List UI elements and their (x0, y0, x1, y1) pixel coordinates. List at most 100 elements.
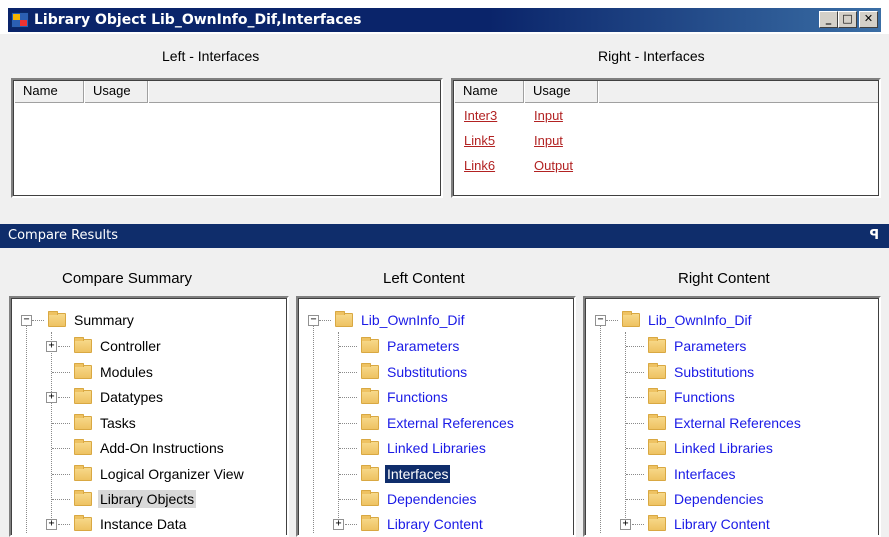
folder-icon (48, 311, 66, 327)
folder-icon (361, 439, 379, 455)
tree-node-root[interactable]: Lib_OwnInfo_Dif (622, 309, 754, 331)
folder-icon (74, 465, 92, 481)
table-row[interactable]: Link6 Output (454, 153, 878, 178)
minimize-button[interactable]: _ (819, 11, 838, 28)
interface-name-link[interactable]: Link6 (464, 158, 534, 173)
table-row[interactable]: Link5 Input (454, 128, 878, 153)
expand-library-content-toggle[interactable]: + (333, 519, 344, 530)
compare-results-bar: Compare Results ꟼ (0, 224, 889, 248)
close-button[interactable]: ✕ (859, 11, 878, 28)
folder-icon (74, 490, 92, 506)
window-title: Library Object Lib_OwnInfo_Dif,Interface… (34, 12, 362, 28)
tree-node-label: Parameters (387, 338, 460, 354)
tree-node-add-on-instructions[interactable]: Add-On Instructions (74, 437, 226, 459)
folder-icon (622, 311, 640, 327)
tree-node-label: Library Content (674, 516, 770, 532)
tree-node-functions[interactable]: Functions (361, 386, 450, 408)
tree-node-label: Lib_OwnInfo_Dif (361, 312, 465, 328)
collapse-root-toggle[interactable]: − (308, 315, 319, 326)
tree-node-root[interactable]: Lib_OwnInfo_Dif (335, 309, 467, 331)
tree-node-library-objects[interactable]: Library Objects (74, 488, 197, 510)
left-interfaces-list[interactable]: Name Usage (11, 78, 443, 198)
column-header-usage[interactable]: Usage (524, 81, 598, 103)
folder-icon (648, 439, 666, 455)
expand-instance-data-toggle[interactable]: + (46, 519, 57, 530)
left-interfaces-header: Name Usage (14, 81, 440, 103)
tree-node-logical-organizer-view[interactable]: Logical Organizer View (74, 463, 246, 485)
tree-node-summary[interactable]: Summary (48, 309, 136, 331)
tree-node-controller[interactable]: Controller (74, 335, 163, 357)
tree-node-external-references[interactable]: External References (361, 412, 516, 434)
left-content-title: Left Content (383, 270, 465, 287)
tree-node-label: External References (387, 415, 514, 431)
tree-node-parameters[interactable]: Parameters (361, 335, 461, 357)
folder-icon (648, 490, 666, 506)
expand-library-content-toggle[interactable]: + (620, 519, 631, 530)
tree-node-interfaces[interactable]: Interfaces (648, 463, 737, 485)
tree-node-label: Instance Data (100, 516, 187, 532)
folder-icon (361, 337, 379, 353)
tree-node-label: Controller (100, 338, 161, 354)
tree-node-tasks[interactable]: Tasks (74, 412, 138, 434)
tree-node-dependencies[interactable]: Dependencies (648, 488, 766, 510)
right-content-title: Right Content (678, 270, 770, 287)
tree-node-dependencies[interactable]: Dependencies (361, 488, 479, 510)
tree-node-label: Library Objects (98, 490, 197, 508)
tree-node-label: Linked Libraries (387, 440, 486, 456)
folder-icon (648, 388, 666, 404)
interface-usage-link[interactable]: Input (534, 108, 563, 123)
window-controls: _ □ ✕ (819, 11, 878, 28)
tree-node-interfaces[interactable]: Interfaces (361, 463, 451, 485)
tree-node-substitutions[interactable]: Substitutions (361, 361, 469, 383)
expand-controller-toggle[interactable]: + (46, 341, 57, 352)
left-content-tree[interactable]: − Lib_OwnInfo_Dif Parameters Substitutio… (296, 296, 576, 537)
folder-icon (648, 337, 666, 353)
tree-node-label: Interfaces (385, 465, 451, 483)
window-title-bar: Library Object Lib_OwnInfo_Dif,Interface… (0, 0, 889, 34)
left-interfaces-title: Left - Interfaces (162, 48, 260, 64)
compare-summary-title: Compare Summary (62, 270, 193, 287)
tree-node-functions[interactable]: Functions (648, 386, 737, 408)
column-header-name[interactable]: Name (14, 81, 84, 103)
tree-node-datatypes[interactable]: Datatypes (74, 386, 165, 408)
expand-datatypes-toggle[interactable]: + (46, 392, 57, 403)
folder-icon (74, 388, 92, 404)
folder-icon (74, 337, 92, 353)
tree-node-external-references[interactable]: External References (648, 412, 803, 434)
tree-node-label: Dependencies (674, 491, 764, 507)
tree-node-label: Substitutions (674, 364, 755, 380)
tree-node-label: External References (674, 415, 801, 431)
folder-icon (74, 515, 92, 531)
interface-name-link[interactable]: Inter3 (464, 108, 534, 123)
folder-icon (361, 363, 379, 379)
tree-node-substitutions[interactable]: Substitutions (648, 361, 756, 383)
tree-node-library-content[interactable]: Library Content (361, 513, 485, 535)
application-icon (11, 12, 29, 28)
tree-node-label: Add-On Instructions (100, 440, 224, 456)
tree-node-library-content[interactable]: Library Content (648, 513, 772, 535)
interface-name-link[interactable]: Link5 (464, 133, 534, 148)
folder-icon (335, 311, 353, 327)
pin-icon[interactable]: ꟼ (869, 224, 879, 248)
column-header-usage[interactable]: Usage (84, 81, 148, 103)
maximize-button[interactable]: □ (838, 11, 857, 28)
tree-node-parameters[interactable]: Parameters (648, 335, 748, 357)
tree-node-label: Library Content (387, 516, 483, 532)
tree-node-linked-libraries[interactable]: Linked Libraries (648, 437, 775, 459)
tree-node-instance-data[interactable]: Instance Data (74, 513, 188, 535)
interface-usage-link[interactable]: Input (534, 133, 563, 148)
collapse-root-toggle[interactable]: − (595, 315, 606, 326)
interface-usage-link[interactable]: Output (534, 158, 573, 173)
right-interfaces-list[interactable]: Name Usage Inter3 Input Link5 Input Link… (451, 78, 881, 198)
collapse-summary-toggle[interactable]: − (21, 315, 32, 326)
tree-node-linked-libraries[interactable]: Linked Libraries (361, 437, 488, 459)
tree-node-modules[interactable]: Modules (74, 361, 155, 383)
compare-results-title: Compare Results (8, 228, 119, 243)
title-bar-strip[interactable]: Library Object Lib_OwnInfo_Dif,Interface… (8, 8, 881, 32)
compare-summary-tree[interactable]: − Summary + Controller Modules + Datatyp… (9, 296, 289, 537)
tree-node-label: Substitutions (387, 364, 468, 380)
right-content-tree[interactable]: − Lib_OwnInfo_Dif Parameters Substitutio… (583, 296, 881, 537)
folder-icon (74, 414, 92, 430)
column-header-name[interactable]: Name (454, 81, 524, 103)
table-row[interactable]: Inter3 Input (454, 103, 878, 128)
